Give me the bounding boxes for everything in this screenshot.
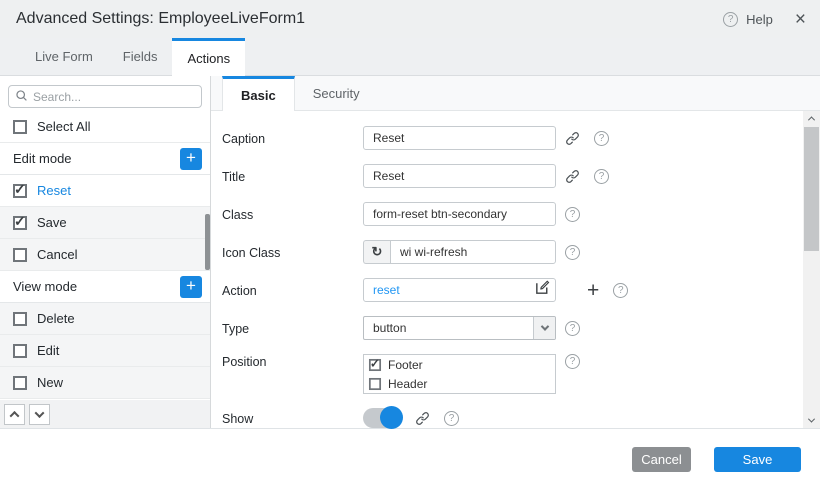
position-label: Position [222,354,363,369]
icon-class-row: Icon Class ↻ [222,240,820,264]
scroll-up-icon[interactable] [803,111,820,126]
help-icon[interactable] [565,354,580,369]
search-input[interactable] [8,85,202,108]
caption-row: Caption [222,126,820,150]
advanced-settings-dialog: Advanced Settings: EmployeeLiveForm1 Hel… [0,0,820,488]
refresh-icon: ↻ [363,240,390,264]
title-row: Title [222,164,820,188]
move-down-button[interactable] [29,404,50,425]
help-icon[interactable] [565,321,580,336]
basic-settings-form: Caption Title Class [211,111,820,442]
dialog-header: Advanced Settings: EmployeeLiveForm1 Hel… [0,0,820,38]
help-icon[interactable] [444,411,459,426]
close-icon[interactable]: × [795,10,806,29]
help-icon[interactable] [723,12,738,27]
list-item-delete[interactable]: Delete [0,303,210,335]
checkbox[interactable] [13,184,27,198]
tab-actions[interactable]: Actions [172,38,245,76]
tab-security[interactable]: Security [295,76,378,110]
list-item-cancel[interactable]: Cancel [0,239,210,271]
checkbox[interactable] [13,216,27,230]
list-item-edit[interactable]: Edit [0,335,210,367]
scroll-down-icon[interactable] [803,413,820,428]
position-option-footer[interactable]: Footer [364,355,555,374]
position-option-header[interactable]: Header [364,374,555,393]
checkbox[interactable] [369,358,381,370]
action-label: Action [222,283,363,298]
icon-class-label: Icon Class [222,245,363,260]
checkbox[interactable] [13,120,27,134]
edit-action-icon[interactable] [534,279,551,301]
add-action-button[interactable] [180,276,202,298]
panel-scrollbar[interactable] [803,111,820,428]
caption-input[interactable] [363,126,556,150]
help-icon[interactable] [613,283,628,298]
position-listbox: Footer Header [363,354,556,394]
group-header-edit-mode: Edit mode [0,143,210,175]
tab-basic[interactable]: Basic [222,76,295,111]
class-row: Class [222,202,820,226]
checkbox[interactable] [13,312,27,326]
list-item-save[interactable]: Save [0,207,210,239]
help-icon[interactable] [594,131,609,146]
type-selected-value: button [364,321,533,335]
title-label: Title [222,169,363,184]
sidebar-scrollbar-thumb[interactable] [205,214,210,270]
class-label: Class [222,207,363,222]
help-icon[interactable] [565,245,580,260]
show-toggle[interactable] [363,408,401,428]
action-value-link[interactable]: reset [373,283,534,297]
cancel-button[interactable]: Cancel [632,447,691,472]
search-icon [15,89,28,107]
checkbox[interactable] [369,377,381,389]
title-input[interactable] [363,164,556,188]
action-row: Action reset + [222,278,820,302]
list-item-reset[interactable]: Reset [0,175,210,207]
tab-fields[interactable]: Fields [108,38,173,75]
class-input[interactable] [363,202,556,226]
save-button[interactable]: Save [714,447,801,472]
type-label: Type [222,321,363,336]
bind-link-icon[interactable] [415,411,430,426]
add-new-action-icon[interactable]: + [587,280,599,301]
group-header-view-mode: View mode [0,271,210,303]
action-field[interactable]: reset [363,278,556,302]
settings-panel: Basic Security Caption Title [211,76,820,428]
show-row: Show [222,408,820,428]
icon-class-input[interactable] [390,240,556,264]
type-row: Type button [222,316,820,340]
help-icon[interactable] [565,207,580,222]
checkbox[interactable] [13,344,27,358]
help-icon[interactable] [594,169,609,184]
list-item-new[interactable]: New [0,367,210,399]
actions-sidebar: Select All Edit mode Reset Save Cancel [0,76,211,428]
main-tabbar: Live Form Fields Actions [0,38,820,76]
chevron-down-icon[interactable] [533,317,555,339]
checkbox[interactable] [13,248,27,262]
panel-scrollbar-thumb[interactable] [804,127,819,251]
bind-link-icon[interactable] [565,169,580,184]
tab-live-form[interactable]: Live Form [20,38,108,75]
move-up-button[interactable] [4,404,25,425]
position-row: Position Footer Header [222,354,820,394]
checkbox[interactable] [13,376,27,390]
list-item-select-all[interactable]: Select All [0,111,210,143]
add-action-button[interactable] [180,148,202,170]
type-select[interactable]: button [363,316,556,340]
help-link[interactable]: Help [746,12,773,27]
action-list: Select All Edit mode Reset Save Cancel [0,111,210,400]
reorder-controls [0,400,210,428]
show-label: Show [222,411,363,426]
settings-tabbar: Basic Security [211,76,820,111]
caption-label: Caption [222,131,363,146]
bind-link-icon[interactable] [565,131,580,146]
dialog-title: Advanced Settings: EmployeeLiveForm1 [16,10,723,28]
